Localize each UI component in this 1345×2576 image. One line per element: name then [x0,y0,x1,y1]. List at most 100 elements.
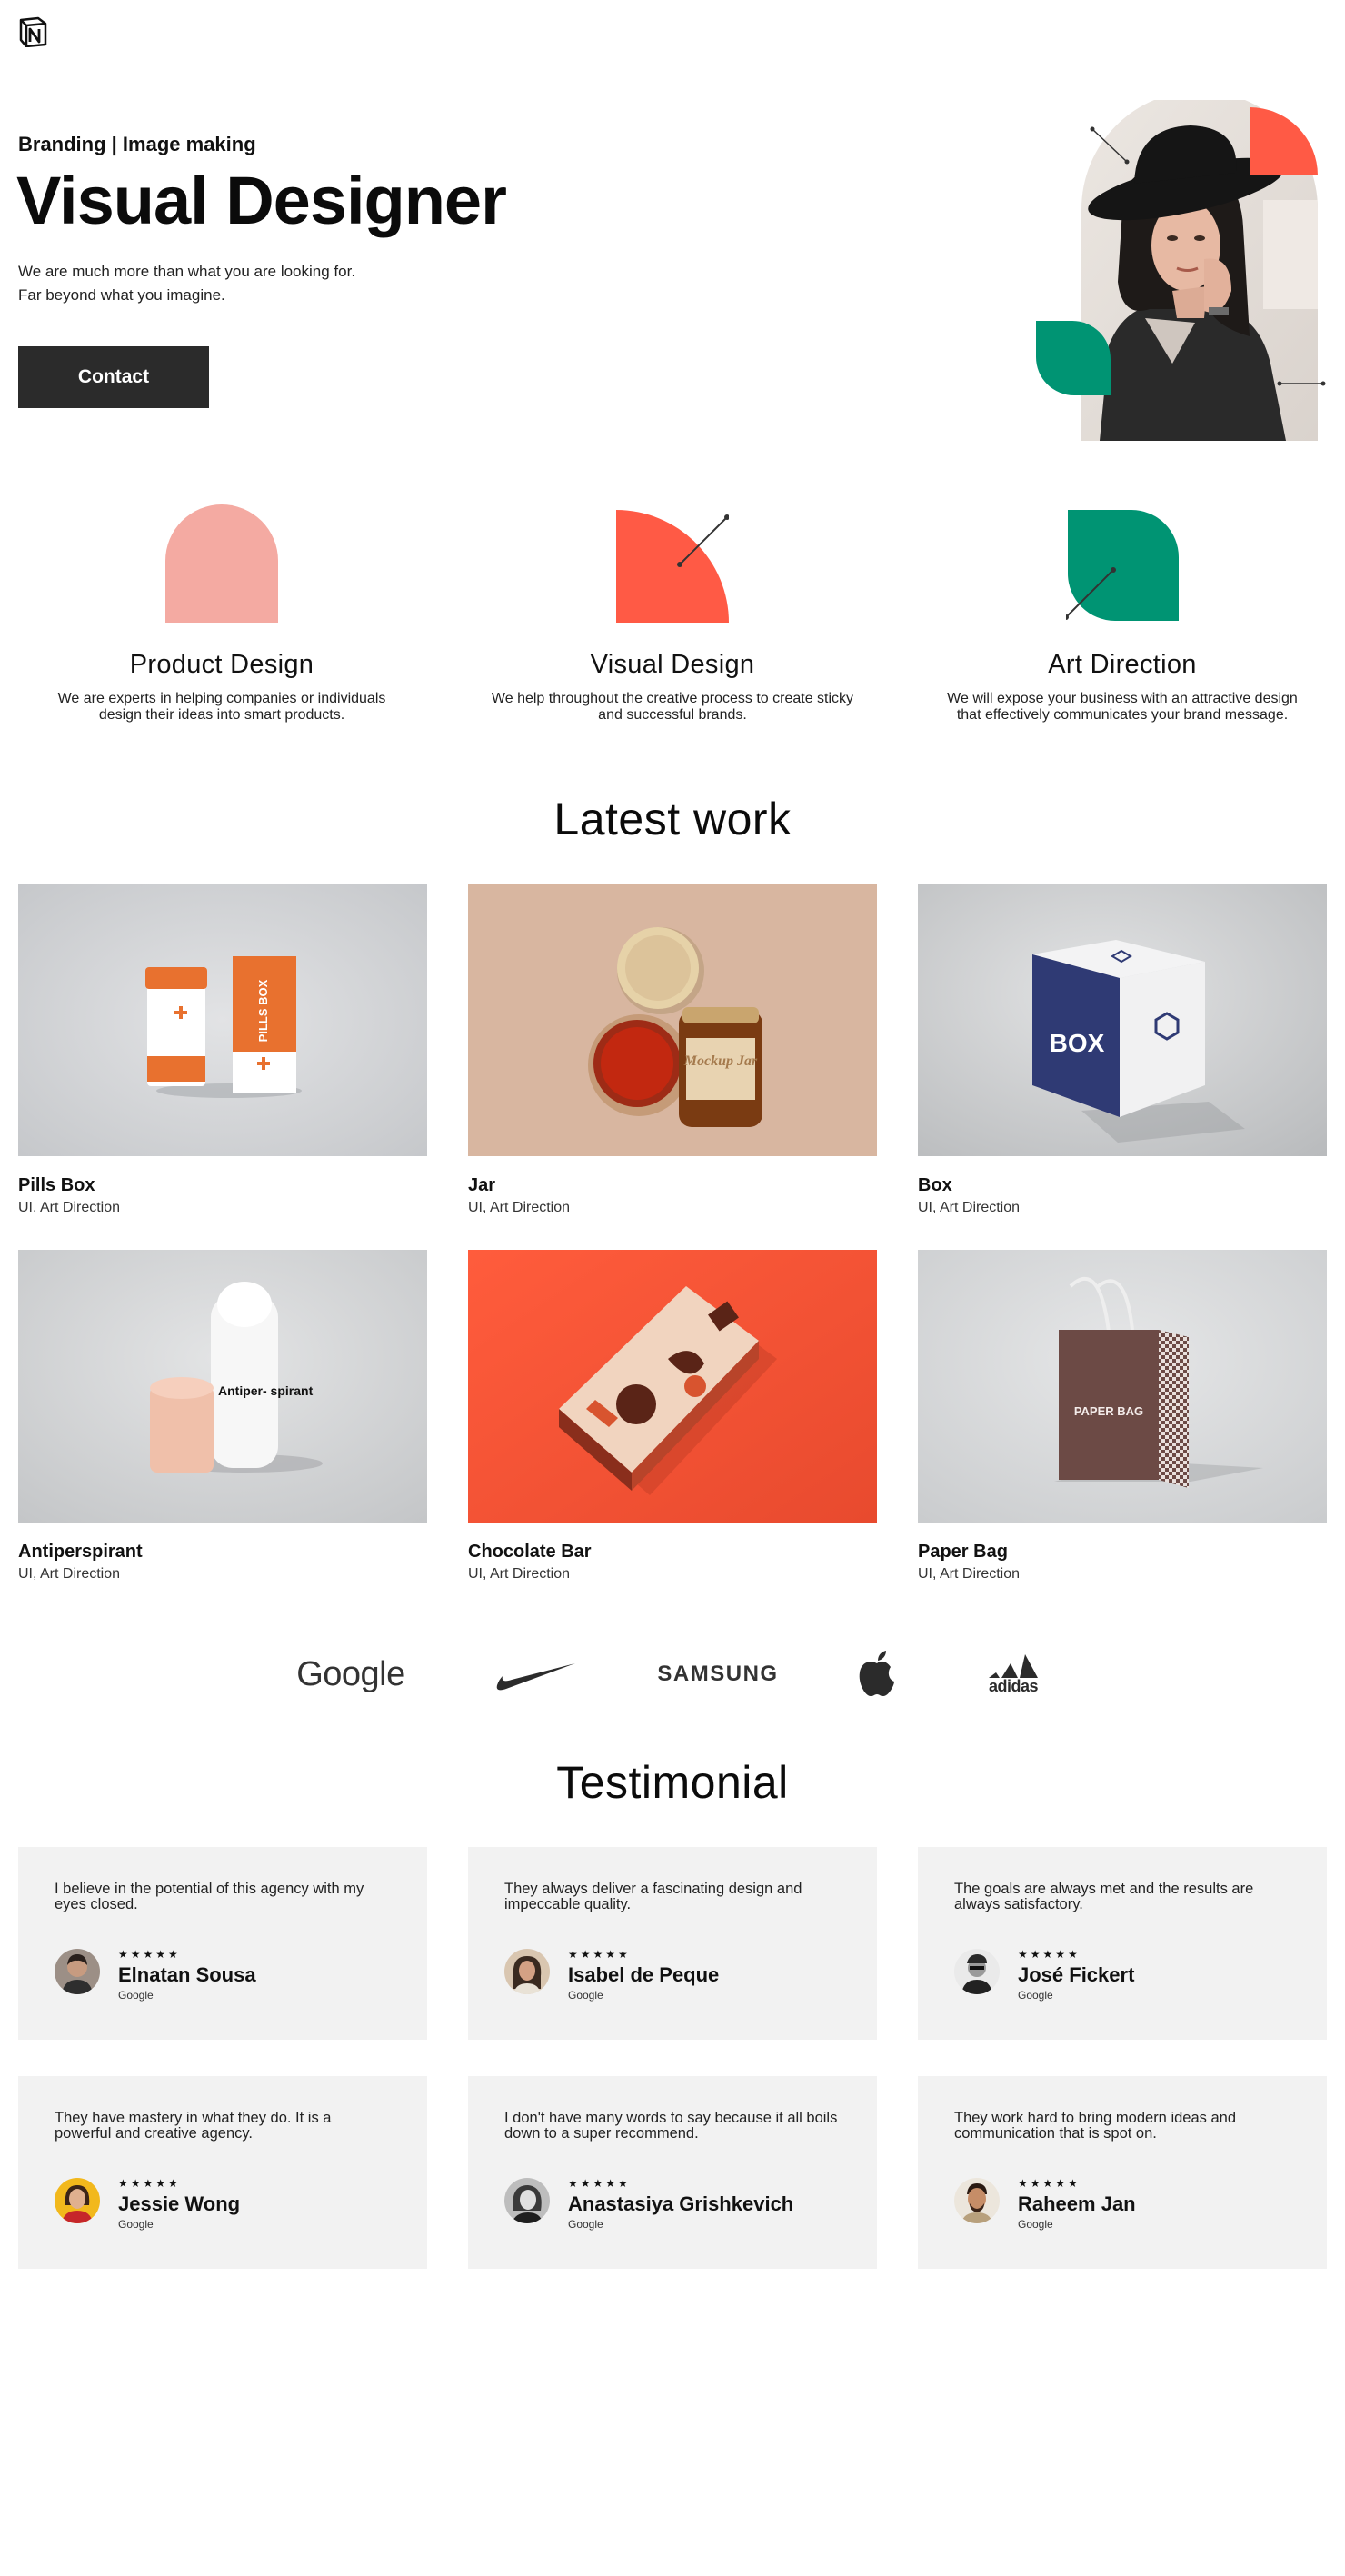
work-name: Chocolate Bar [468,1542,592,1562]
work-name: Antiperspirant [18,1542,143,1562]
service-desc: We help throughout the creative process … [491,691,854,723]
latest-work-title: Latest work [553,794,792,844]
chocolate-bar-image[interactable] [468,1250,877,1523]
rating-stars: ★★★★★ [1018,2177,1081,2190]
work-tags: UI, Art Direction [18,1566,121,1582]
work-tags: UI, Art Direction [468,1200,571,1215]
jar-image[interactable]: Mockup Jar [468,884,877,1156]
avatar [504,2178,550,2223]
work-tags: UI, Art Direction [918,1200,1021,1215]
testimonial-author: ★★★★★ Elnatan Sousa Google [55,1949,391,2002]
work-name: Paper Bag [918,1542,1008,1562]
testimonial-quote: They always deliver a fascinating design… [504,1881,802,1912]
review-source: Google [1018,1989,1053,2002]
rating-stars: ★★★★★ [118,2177,181,2190]
box-image[interactable]: BOX [918,884,1327,1156]
rating-stars: ★★★★★ [118,1948,181,1961]
work-tags: UI, Art Direction [468,1566,571,1582]
pills-box-image[interactable]: PILLS BOX [18,884,427,1156]
hero-desc-line: We are much more than what you are looki… [18,263,356,280]
quarter-circle-icon [616,510,729,623]
work-name: Pills Box [18,1175,95,1195]
testimonial-quote: The goals are always met and the results… [954,1881,1254,1912]
service-title: Art Direction [1048,650,1197,679]
service-visual-design: Visual Design We help throughout the cre… [473,504,872,724]
service-title: Product Design [129,650,314,679]
work-tags: UI, Art Direction [918,1566,1021,1582]
testimonial-card: They work hard to bring modern ideas and… [918,2076,1327,2269]
testimonial-quote: I don't have many words to say because i… [504,2110,838,2142]
adidas-stripes-icon [989,1654,1038,1678]
work-name: Box [918,1175,952,1195]
author-name: Jessie Wong [118,2192,241,2215]
work-name: Jar [468,1175,496,1195]
google-logo: Google [296,1654,405,1693]
testimonial-author: ★★★★★ Raheem Jan Google [954,2178,1290,2231]
adidas-logo: adidas [981,1647,1045,1702]
service-art-direction: Art Direction We will expose your busine… [922,504,1322,724]
testimonial-quote: They work hard to bring modern ideas and… [954,2110,1237,2142]
work-card-chocolate-bar[interactable]: Chocolate Bar UI, Art Direction [468,1250,877,1583]
rating-stars: ★★★★★ [568,1948,631,1961]
author-name: Elnatan Sousa [118,1963,256,1986]
testimonial-author: ★★★★★ Anastasiya Grishkevich Google [504,2178,841,2231]
box-label: BOX [1050,1029,1105,1057]
work-tags: UI, Art Direction [18,1200,121,1215]
apple-logo-icon [859,1651,894,1696]
half-circle-icon [165,504,278,623]
avatar [55,2178,100,2223]
testimonial-title: Testimonial [556,1757,789,1808]
rating-stars: ★★★★★ [1018,1948,1081,1961]
service-desc: We are experts in helping companies or i… [57,691,386,723]
hero-desc-line: Far beyond what you imagine. [18,286,225,304]
antiperspirant-image[interactable]: Antiper- spirant [18,1250,427,1523]
testimonial-author: ★★★★★ José Fickert Google [954,1949,1290,2002]
review-source: Google [568,1989,603,2002]
author-name: Anastasiya Grishkevich [568,2192,794,2215]
work-card-antiperspirant[interactable]: Antiper- spirant Antiperspirant UI, Art … [18,1250,427,1583]
service-desc: We will expose your business with an att… [947,691,1298,723]
testimonial-quote: They have mastery in what they do. It is… [55,2110,332,2142]
hero-title: Visual Designer [16,163,507,238]
avatar [954,1949,1000,1994]
testimonial-card: The goals are always met and the results… [918,1847,1327,2040]
adidas-wordmark: adidas [988,1677,1039,1695]
testimonial-card: I don't have many words to say because i… [468,2076,877,2269]
review-source: Google [118,1989,154,2002]
antiperspirant-label: Antiper- spirant [218,1383,314,1398]
testimonial-author: ★★★★★ Isabel de Peque Google [504,1949,841,2002]
hero-description: We are much more than what you are looki… [18,260,355,307]
work-card-pills-box[interactable]: PILLS BOX Pills Box UI, Art Direction [18,884,427,1216]
review-source: Google [118,2218,154,2231]
paper-bag-image[interactable]: PAPER BAG [918,1250,1327,1523]
work-card-box[interactable]: BOX Box UI, Art Direction [918,884,1327,1216]
hero-portrait-illustration [1036,100,1326,441]
review-source: Google [1018,2218,1053,2231]
rating-stars: ★★★★★ [568,2177,631,2190]
work-card-jar[interactable]: Mockup Jar Jar UI, Art Direction [468,884,877,1216]
nike-swoosh-icon [496,1663,575,1691]
author-name: Isabel de Peque [568,1963,720,1986]
avatar [55,1949,100,1994]
contact-button[interactable]: Contact [18,346,209,408]
author-name: José Fickert [1018,1963,1135,1986]
samsung-logo: SAMSUNG [657,1662,779,1686]
notion-logo-icon[interactable] [18,16,47,47]
service-title: Visual Design [590,650,755,679]
jar-label: Mockup Jar [683,1053,758,1069]
testimonial-author: ★★★★★ Jessie Wong Google [55,2178,391,2231]
testimonial-card: I believe in the potential of this agenc… [18,1847,427,2040]
leaf-shape-icon [1066,510,1179,621]
testimonial-card: They have mastery in what they do. It is… [18,2076,427,2269]
pills-box-label: PILLS BOX [256,979,270,1042]
testimonial-card: They always deliver a fascinating design… [468,1847,877,2040]
hero-tagline: Branding | Image making [18,133,256,155]
avatar [504,1949,550,1994]
review-source: Google [568,2218,603,2231]
service-product-design: Product Design We are experts in helping… [22,504,422,724]
author-name: Raheem Jan [1018,2192,1136,2215]
work-card-paper-bag[interactable]: PAPER BAG Paper Bag UI, Art Direction [918,1250,1327,1583]
paper-bag-label: PAPER BAG [1074,1404,1143,1418]
avatar [954,2178,1000,2223]
testimonial-quote: I believe in the potential of this agenc… [55,1881,364,1912]
